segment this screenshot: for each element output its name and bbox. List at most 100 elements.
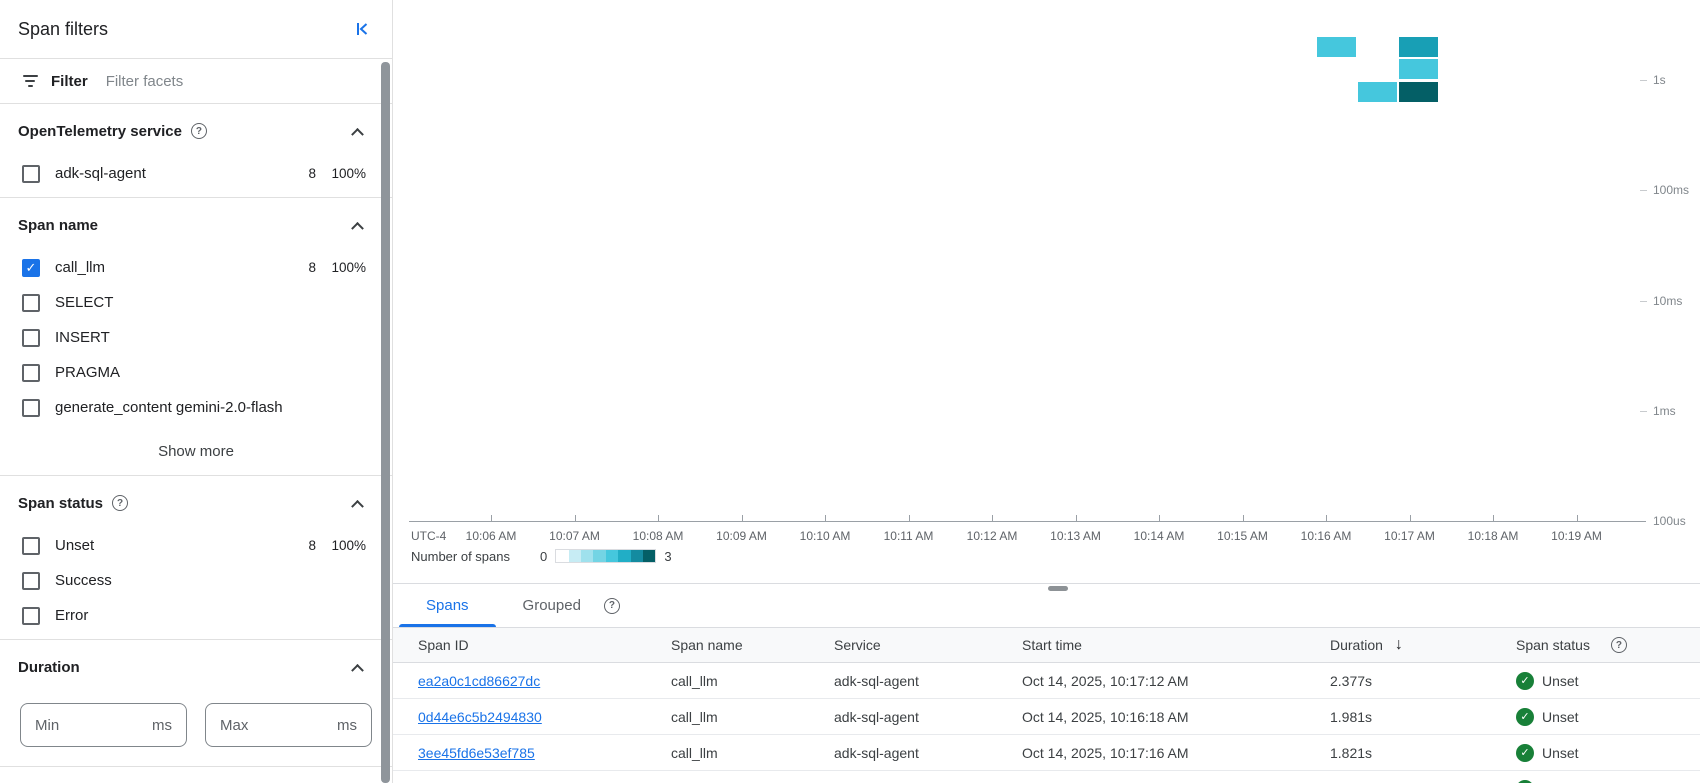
facet-row-SELECT[interactable]: SELECT [0, 285, 392, 320]
span-status-cell: ✓Unset [1516, 708, 1700, 726]
x-tick-label: 10:15 AM [1217, 529, 1268, 543]
facet-row-Error[interactable]: Error [0, 598, 392, 633]
table-row[interactable]: 3ee45fd6e53ef785call_llmadk-sql-agentOct… [393, 735, 1700, 771]
heatmap-cell-count-1[interactable] [1358, 82, 1397, 102]
y-tick-label: 100ms [1653, 183, 1689, 197]
facet-count: 8 [290, 538, 316, 553]
facet-label: Unset [55, 537, 290, 554]
start-time-cell: Oct 14, 2025, 10:16:18 AM [1022, 709, 1330, 725]
facet-label: PRAGMA [55, 364, 290, 381]
x-tick-label: 10:18 AM [1468, 529, 1519, 543]
sort-descending-icon[interactable]: ↓ [1395, 636, 1403, 654]
start-time-cell: Oct 14, 2025, 10:17:12 AM [1022, 673, 1330, 689]
facet-row-adk-sql-agent[interactable]: adk-sql-agent8100% [0, 156, 392, 191]
col-header-span-id: Span ID [418, 637, 671, 653]
legend-min-value: 0 [540, 549, 547, 564]
checkbox[interactable] [22, 294, 40, 312]
span-name-cell: call_llm [671, 709, 834, 725]
facet-row-generate_content gemini-2.0-flash[interactable]: generate_content gemini-2.0-flash [0, 390, 392, 425]
spans-table: Span ID Span name Service Start time Dur… [393, 627, 1700, 783]
filter-section-heading: Span status? [0, 489, 392, 517]
spans-duration-heatmap[interactable]: 10:06 AM10:07 AM10:08 AM10:09 AM10:10 AM… [393, 0, 1700, 583]
facet-row-INSERT[interactable]: INSERT [0, 320, 392, 355]
heatmap-cell-count-3[interactable] [1399, 82, 1438, 102]
facet-label: INSERT [55, 329, 290, 346]
chevron-up-icon[interactable] [351, 663, 364, 676]
spans-table-body: ea2a0c1cd86627dccall_llmadk-sql-agentOct… [393, 663, 1700, 783]
facet-row-Unset[interactable]: Unset8100% [0, 528, 392, 563]
facet-row-call_llm[interactable]: ✓call_llm8100% [0, 250, 392, 285]
x-tick-mark [1493, 515, 1494, 521]
service-cell: adk-sql-agent [834, 709, 1022, 725]
x-tick-label: 10:19 AM [1551, 529, 1602, 543]
start-time-cell: Oct 14, 2025, 10:17:16 AM [1022, 745, 1330, 761]
tab-spans[interactable]: Spans [399, 584, 496, 627]
x-tick-label: 10:14 AM [1134, 529, 1185, 543]
span-status-cell: ✓Unset [1516, 744, 1700, 762]
section-help-icon[interactable]: ? [112, 495, 128, 511]
x-tick-mark [575, 515, 576, 521]
checkbox[interactable] [22, 572, 40, 590]
table-row-partial[interactable]: 4d0ae6f5b3c94f12call_llmadk-sql-agentOct… [393, 771, 1700, 783]
results-tabs: Spans Grouped ? [393, 584, 647, 627]
section-title: Span name [18, 217, 98, 234]
tab-grouped[interactable]: Grouped ? [496, 584, 647, 627]
duration-cell: 2.377s [1330, 673, 1516, 689]
filter-section-heading: OpenTelemetry service? [0, 117, 392, 145]
col-header-duration: Duration [1330, 637, 1383, 653]
x-tick-mark [1577, 515, 1578, 521]
checkbox[interactable] [22, 607, 40, 625]
span-id-link[interactable]: 0d44e6c5b2494830 [418, 709, 542, 725]
y-tick-mark [1640, 411, 1647, 412]
facet-list: Unset8100%Success Error [0, 528, 392, 633]
col-header-service: Service [834, 637, 1022, 653]
panel-resize-handle[interactable] [1048, 586, 1068, 591]
checkbox[interactable] [22, 399, 40, 417]
facet-row-Success[interactable]: Success [0, 563, 392, 598]
heatmap-cell-count-1[interactable] [1317, 37, 1356, 57]
show-more-button[interactable]: Show more [0, 433, 392, 469]
legend-gradient-step [593, 550, 605, 562]
filter-facets-input[interactable]: Filter Filter facets [0, 59, 392, 104]
x-tick-mark [909, 515, 910, 521]
span-filters-header: Span filters [0, 0, 392, 59]
filter-section-span-status: Span status? Unset8100%Success Error [0, 476, 392, 639]
chevron-up-icon[interactable] [351, 127, 364, 140]
facet-list: ✓call_llm8100%SELECTINSERTPRAGMAgenerate… [0, 250, 392, 425]
checkbox[interactable] [22, 364, 40, 382]
checkbox[interactable] [22, 329, 40, 347]
heatmap-cell-count-2[interactable] [1399, 37, 1438, 57]
filter-section-duration: DurationMinmsMaxms [0, 640, 392, 766]
input-placeholder: Min [35, 717, 59, 734]
spans-table-header: Span ID Span name Service Start time Dur… [393, 627, 1700, 663]
checkbox[interactable] [22, 537, 40, 555]
x-tick-mark [825, 515, 826, 521]
grouped-help-icon[interactable]: ? [604, 598, 620, 614]
duration-max-input[interactable]: Maxms [205, 703, 372, 747]
x-tick-label: 10:13 AM [1050, 529, 1101, 543]
duration-min-input[interactable]: Minms [20, 703, 187, 747]
section-help-icon[interactable]: ? [191, 123, 207, 139]
duration-cell: 1.981s [1330, 709, 1516, 725]
sidebar-scrollbar-thumb[interactable] [381, 62, 390, 783]
span-name-cell: call_llm [671, 745, 834, 761]
span-name-cell: call_llm [671, 673, 834, 689]
span-status-help-icon[interactable]: ? [1611, 637, 1627, 653]
span-id-link[interactable]: ea2a0c1cd86627dc [418, 673, 540, 689]
facet-row-PRAGMA[interactable]: PRAGMA [0, 355, 392, 390]
span-id-link[interactable]: 3ee45fd6e53ef785 [418, 745, 535, 761]
table-row[interactable]: ea2a0c1cd86627dccall_llmadk-sql-agentOct… [393, 663, 1700, 699]
checkbox[interactable] [22, 165, 40, 183]
y-tick-mark [1640, 80, 1647, 81]
chevron-up-icon[interactable] [351, 221, 364, 234]
tab-grouped-label: Grouped [523, 597, 581, 614]
tab-spans-label: Spans [426, 597, 469, 614]
heatmap-cell-count-1[interactable] [1399, 59, 1438, 79]
collapse-panel-button[interactable] [352, 19, 372, 39]
chevron-up-icon[interactable] [351, 499, 364, 512]
facet-label: call_llm [55, 259, 290, 276]
x-axis-line [409, 521, 1646, 522]
checkbox-checked[interactable]: ✓ [22, 259, 40, 277]
table-row[interactable]: 0d44e6c5b2494830 call_llmadk-sql-agentOct… [393, 699, 1700, 735]
facet-label: Error [55, 607, 290, 624]
